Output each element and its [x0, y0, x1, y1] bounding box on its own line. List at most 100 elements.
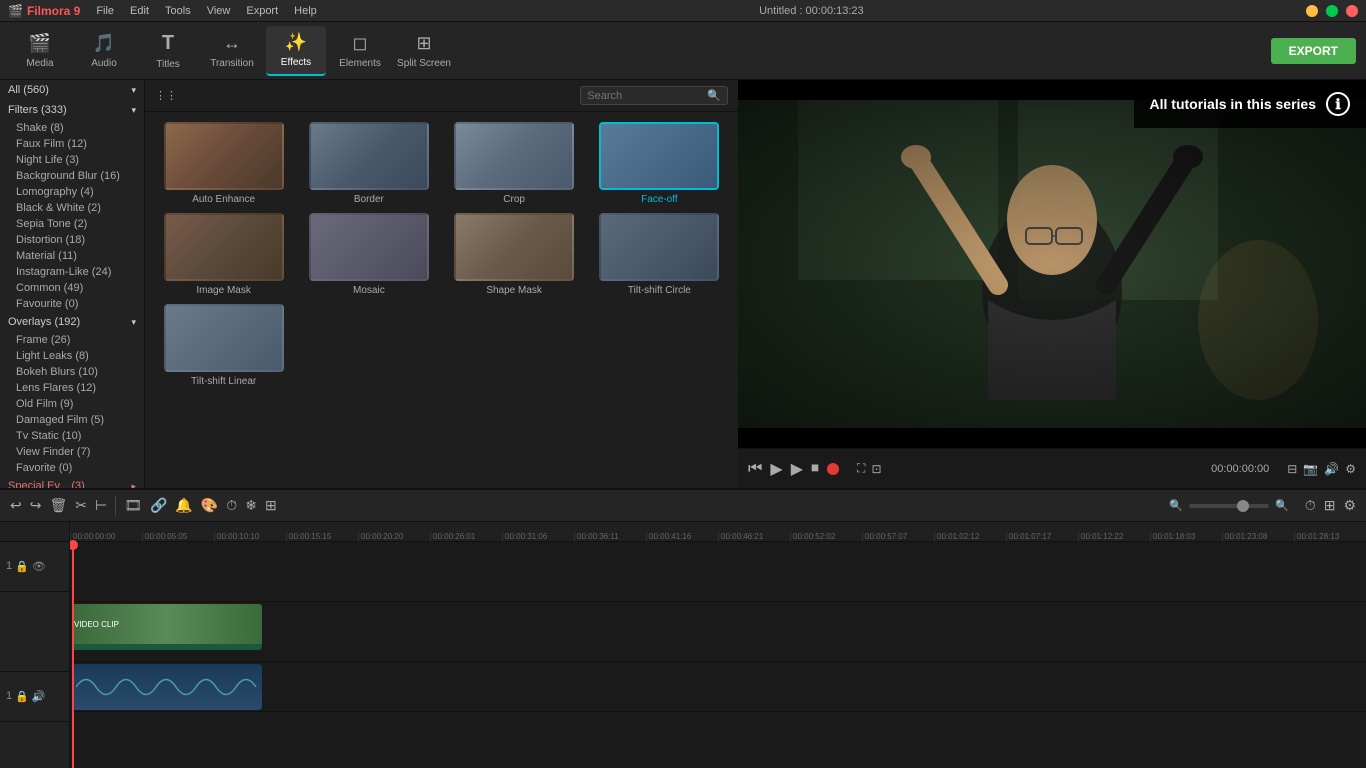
- maximize-btn[interactable]: [1326, 5, 1338, 17]
- minimize-btn[interactable]: [1306, 5, 1318, 17]
- fit-button[interactable]: ⊞: [1324, 497, 1336, 514]
- sidebar-item-overlay-favorite[interactable]: Favorite (0): [0, 460, 144, 476]
- pip-button[interactable]: ⊞: [265, 497, 277, 514]
- tool-elements[interactable]: ◻ Elements: [330, 26, 390, 76]
- link-button[interactable]: 🔗: [150, 497, 167, 514]
- stop-button[interactable]: ⏹: [811, 460, 819, 478]
- filters-category[interactable]: Filters (333) ▾: [0, 100, 144, 120]
- ruler-tick-11: 00:00:57:07: [862, 532, 934, 541]
- tool-effects[interactable]: ✨ Effects: [266, 26, 326, 76]
- audio-button[interactable]: 🔔: [175, 497, 192, 514]
- sidebar-item-view-finder[interactable]: View Finder (7): [0, 444, 144, 460]
- sidebar-item-damaged-film[interactable]: Damaged Film (5): [0, 412, 144, 428]
- video-clip-1[interactable]: VIDEO CLIP: [72, 604, 262, 650]
- zoom-thumb[interactable]: [1237, 500, 1249, 512]
- effect-tilt-shift-circle[interactable]: Tilt-shift Circle: [591, 213, 728, 296]
- sidebar-item-distortion[interactable]: Distortion (18): [0, 232, 144, 248]
- sidebar-item-frame[interactable]: Frame (26): [0, 332, 144, 348]
- cut-button[interactable]: ✂: [75, 497, 87, 514]
- color-button[interactable]: 🎨: [201, 497, 218, 514]
- zoom-in-icon[interactable]: 🔍: [1275, 499, 1289, 512]
- effect-thumb-image-mask: [164, 213, 284, 281]
- tool-audio[interactable]: 🎵 Audio: [74, 26, 134, 76]
- ruler-tick-5: 00:00:26:01: [430, 532, 502, 541]
- effect-label-tilt-shift-linear: Tilt-shift Linear: [191, 376, 256, 387]
- menu-file[interactable]: File: [96, 5, 114, 17]
- special-events-category[interactable]: Special Ev... (3) ▸: [0, 476, 144, 488]
- menu-edit[interactable]: Edit: [130, 5, 149, 17]
- audio-clip-1[interactable]: [72, 664, 262, 710]
- effect-face-off[interactable]: Face-off: [591, 122, 728, 205]
- freeze-button[interactable]: ❄: [245, 497, 257, 514]
- sidebar-item-sepia-tone[interactable]: Sepia Tone (2): [0, 216, 144, 232]
- effect-auto-enhance[interactable]: Auto Enhance: [155, 122, 292, 205]
- sidebar-item-light-leaks[interactable]: Light Leaks (8): [0, 348, 144, 364]
- effect-label-border: Border: [354, 194, 384, 205]
- track-eye-icon[interactable]: 👁: [32, 560, 46, 573]
- tool-titles[interactable]: T Titles: [138, 26, 198, 76]
- zoom-slider[interactable]: [1189, 504, 1269, 508]
- redo-button[interactable]: ↪: [30, 497, 42, 514]
- left-panel: All (560) ▾ Filters (333) ▾ Shake (8) Fa…: [0, 80, 145, 488]
- camera-snap-icon[interactable]: 📷: [1303, 462, 1318, 476]
- settings-icon[interactable]: ⚙: [1345, 462, 1356, 476]
- sidebar-item-shake[interactable]: Shake (8): [0, 120, 144, 136]
- tool-transition[interactable]: ↔ Transition: [202, 26, 262, 76]
- audio-track-lock-icon[interactable]: 🔒: [15, 690, 29, 703]
- effect-thumb-crop: [454, 122, 574, 190]
- crop-preview-icon[interactable]: ⊡: [871, 462, 881, 476]
- sidebar-item-lens-flares[interactable]: Lens Flares (12): [0, 380, 144, 396]
- split-button[interactable]: ⊢: [95, 497, 107, 514]
- undo-button[interactable]: ↩: [10, 497, 22, 514]
- export-button[interactable]: EXPORT: [1271, 38, 1356, 64]
- effect-tilt-shift-linear[interactable]: Tilt-shift Linear: [155, 304, 292, 387]
- speed-button[interactable]: ⏱: [226, 497, 237, 514]
- effect-shape-mask[interactable]: Shape Mask: [446, 213, 583, 296]
- close-btn[interactable]: [1346, 5, 1358, 17]
- sidebar-item-common[interactable]: Common (49): [0, 280, 144, 296]
- search-input[interactable]: [587, 90, 707, 102]
- sidebar-item-bokeh-blurs[interactable]: Bokeh Blurs (10): [0, 364, 144, 380]
- all-category[interactable]: All (560) ▾: [0, 80, 144, 100]
- sidebar-item-instagram[interactable]: Instagram-Like (24): [0, 264, 144, 280]
- menu-export[interactable]: Export: [246, 5, 278, 17]
- tutorial-banner[interactable]: All tutorials in this series ℹ: [1134, 80, 1366, 128]
- sidebar-item-black-white[interactable]: Black & White (2): [0, 200, 144, 216]
- ruler-timestamp-6: 00:00:31:06: [505, 532, 547, 541]
- sidebar-item-tv-static[interactable]: Tv Static (10): [0, 428, 144, 444]
- audio-track-speaker-icon[interactable]: 🔊: [32, 690, 46, 703]
- sidebar-item-lomography[interactable]: Lomography (4): [0, 184, 144, 200]
- effect-border[interactable]: Border: [300, 122, 437, 205]
- prev-frame-button[interactable]: ⏮: [748, 460, 762, 478]
- fullscreen-icon[interactable]: ⛶: [857, 461, 865, 476]
- effect-crop[interactable]: Crop: [446, 122, 583, 205]
- play-button-2[interactable]: ▶: [791, 459, 803, 479]
- zoom-out-icon[interactable]: 🔍: [1169, 499, 1183, 512]
- sidebar-item-material[interactable]: Material (11): [0, 248, 144, 264]
- sidebar-item-favourite[interactable]: Favourite (0): [0, 296, 144, 312]
- effect-image-mask[interactable]: Image Mask: [155, 213, 292, 296]
- sidebar-item-faux-film[interactable]: Faux Film (12): [0, 136, 144, 152]
- sidebar-item-night-life[interactable]: Night Life (3): [0, 152, 144, 168]
- volume-icon[interactable]: 🔊: [1324, 462, 1339, 476]
- time-display-button[interactable]: ⏱: [1305, 497, 1316, 514]
- menu-tools[interactable]: Tools: [165, 5, 191, 17]
- settings-btn[interactable]: ⚙: [1343, 497, 1356, 514]
- ruler-tick-13: 00:01:07:17: [1006, 532, 1078, 541]
- resize-icon[interactable]: ⊟: [1287, 462, 1297, 476]
- add-media-button[interactable]: 🎞: [124, 497, 142, 514]
- search-icon: 🔍: [707, 89, 721, 102]
- grid-options-icon[interactable]: ⋮⋮: [155, 89, 177, 102]
- ruler-tick-0: 00:00:00:00: [70, 532, 142, 541]
- effect-mosaic[interactable]: Mosaic: [300, 213, 437, 296]
- delete-button[interactable]: 🗑: [49, 497, 67, 514]
- overlays-category[interactable]: Overlays (192) ▾: [0, 312, 144, 332]
- sidebar-item-background-blur[interactable]: Background Blur (16): [0, 168, 144, 184]
- tool-media[interactable]: 🎬 Media: [10, 26, 70, 76]
- sidebar-item-old-film[interactable]: Old Film (9): [0, 396, 144, 412]
- tool-split-screen[interactable]: ⊞ Split Screen: [394, 26, 454, 76]
- play-button[interactable]: ▶: [770, 459, 782, 479]
- menu-help[interactable]: Help: [294, 5, 317, 17]
- track-lock-icon[interactable]: 🔒: [15, 560, 29, 573]
- menu-view[interactable]: View: [207, 5, 231, 17]
